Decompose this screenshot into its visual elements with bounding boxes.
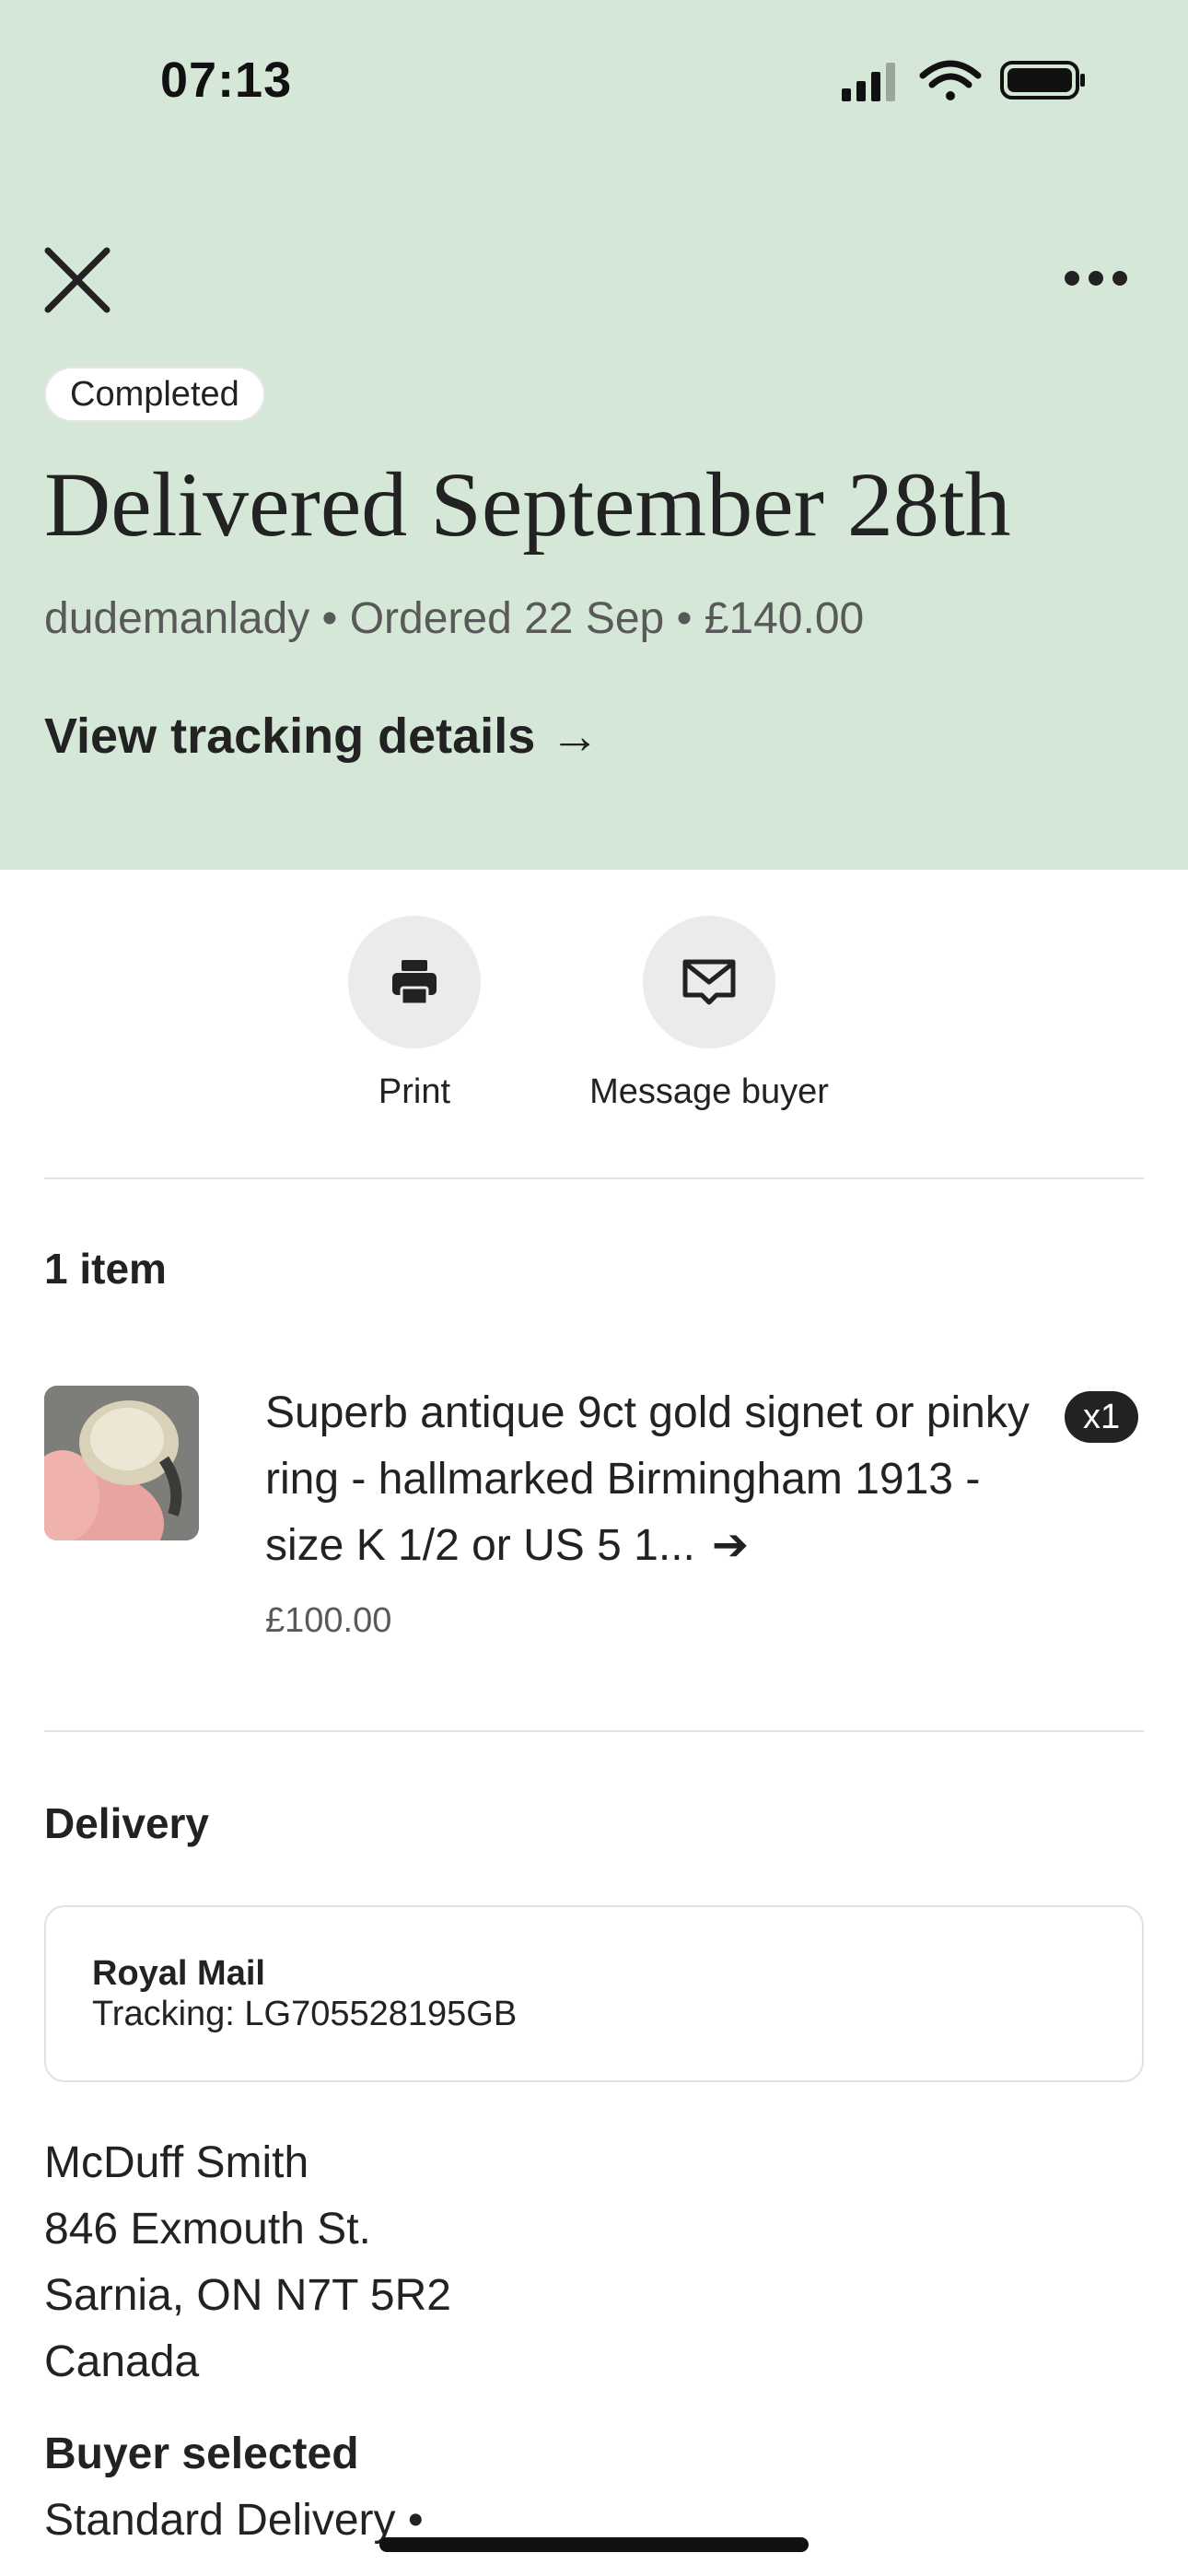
buyer-selected-label: Buyer selected: [44, 2430, 359, 2478]
message-buyer-label: Message buyer: [589, 1072, 829, 1111]
arrow-right-icon: →: [550, 708, 600, 764]
item-title: Superb antique 9ct gold signet or pinky …: [265, 1388, 1030, 1570]
wifi-icon: [919, 60, 982, 100]
status-icons: [842, 60, 1085, 101]
print-label: Print: [378, 1072, 451, 1111]
item-title-link[interactable]: Superb antique 9ct gold signet or pinky …: [265, 1380, 1057, 1579]
tracking-number: Tracking: LG705528195GB: [92, 1995, 518, 2033]
signal-icon: [842, 63, 895, 101]
address-country: Canada: [44, 2337, 200, 2386]
quantity-badge: x1: [1065, 1391, 1139, 1443]
item-price: £100.00: [265, 1601, 392, 1640]
divider: [44, 1730, 1144, 1732]
item-thumbnail[interactable]: [44, 1386, 199, 1540]
home-indicator[interactable]: [379, 2537, 809, 2552]
action-row: Print Message buyer: [0, 916, 1188, 1118]
mail-icon: [682, 959, 736, 1005]
address-name: McDuff Smith: [44, 2138, 309, 2187]
order-meta: dudemanlady • Ordered 22 Sep • £140.00: [44, 594, 865, 643]
ring-image: [44, 1386, 199, 1540]
delivery-section-title: Delivery: [44, 1799, 210, 1847]
status-time: 07:13: [160, 53, 293, 108]
view-tracking-link[interactable]: View tracking details →: [44, 708, 600, 765]
carrier-name: Royal Mail: [92, 1954, 265, 1993]
more-icon[interactable]: [1059, 258, 1133, 304]
message-circle: [643, 916, 775, 1048]
message-buyer-button[interactable]: Message buyer: [589, 916, 829, 1112]
printer-icon: [392, 960, 437, 1006]
address-street: 846 Exmouth St.: [44, 2205, 371, 2254]
arrow-right-icon: ➔: [711, 1521, 750, 1570]
status-badge: Completed: [44, 367, 265, 422]
divider: [44, 1177, 1144, 1179]
print-button[interactable]: Print: [348, 916, 481, 1112]
address-city: Sarnia, ON N7T 5R2: [44, 2271, 451, 2320]
tracking-link-label: View tracking details: [44, 708, 536, 764]
shipping-address: McDuff Smith 846 Exmouth St. Sarnia, ON …: [44, 2130, 451, 2395]
order-header: 07:13 Completed Delivered September 28th…: [0, 0, 1188, 870]
shipping-method: Standard Delivery •: [44, 2496, 424, 2545]
carrier-card[interactable]: Royal Mail Tracking: LG705528195GB: [44, 1905, 1144, 2082]
battery-icon: [1000, 61, 1085, 100]
items-section-title: 1 item: [44, 1245, 167, 1293]
close-icon[interactable]: [42, 245, 112, 315]
page-title: Delivered September 28th: [44, 453, 1011, 556]
print-circle: [348, 916, 481, 1048]
